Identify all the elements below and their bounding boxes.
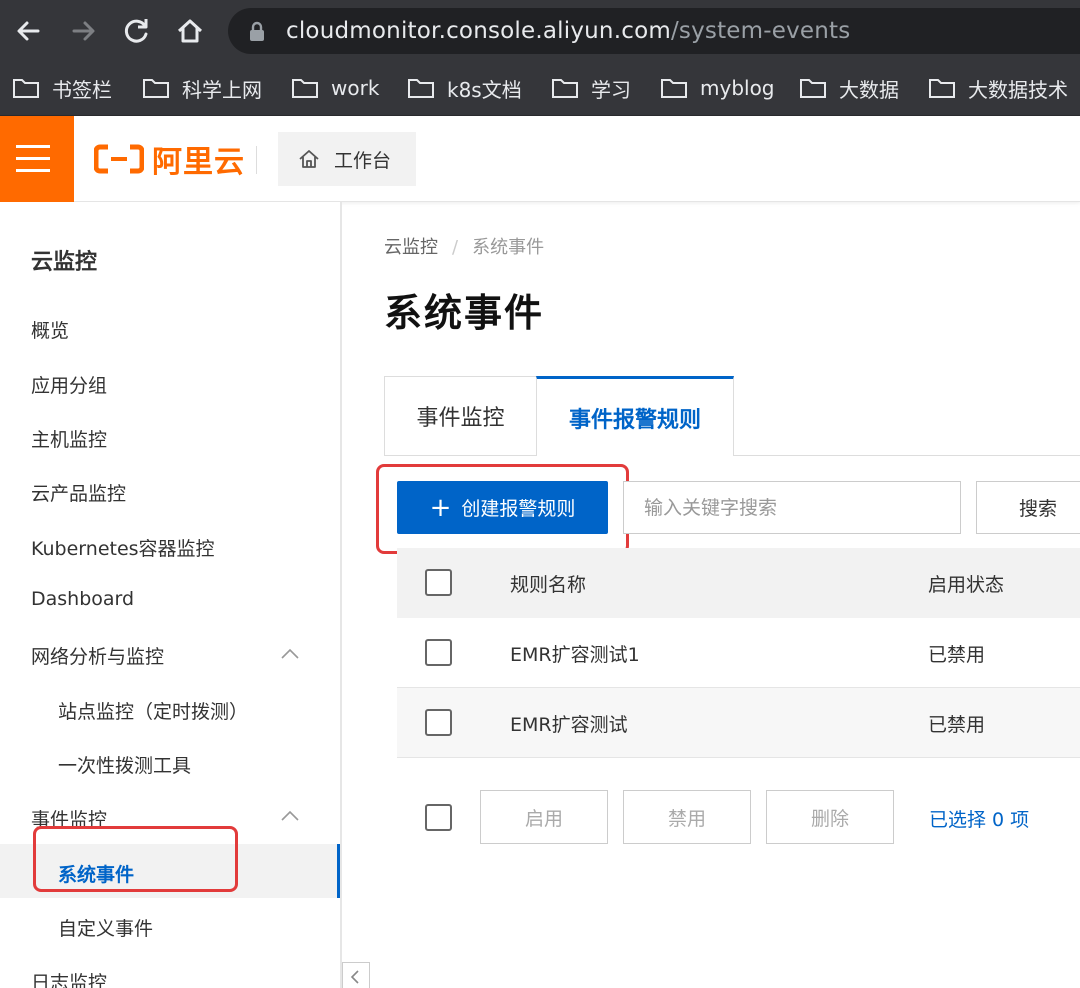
bookmark-label: 大数据: [839, 77, 899, 102]
enable-button-label: 启用: [524, 807, 563, 830]
rule-name: EMR扩容测试: [510, 714, 628, 736]
folder-icon: [292, 79, 318, 98]
bookmark-item[interactable]: 大数据技术: [928, 72, 1068, 104]
bookmark-label: 科学上网: [182, 77, 262, 102]
rule-status: 已禁用: [928, 644, 986, 666]
divider: [256, 146, 257, 174]
rule-name: EMR扩容测试1: [510, 644, 640, 666]
workbench-button[interactable]: 工作台: [278, 132, 416, 186]
bookmark-item[interactable]: 科学上网: [142, 72, 262, 104]
bookmark-item[interactable]: myblog: [660, 72, 775, 104]
table-header: 规则名称 启用状态: [397, 548, 1080, 618]
tab-label: 事件监控: [416, 406, 505, 431]
bookmark-label: 书签栏: [52, 77, 112, 102]
reload-icon[interactable]: [120, 14, 154, 48]
aliyun-logo-icon: [94, 144, 144, 174]
delete-button[interactable]: 删除: [766, 790, 894, 844]
url-host: cloudmonitor.console.aliyun.com: [286, 18, 671, 44]
disable-button[interactable]: 禁用: [623, 790, 751, 844]
bookmark-label: k8s文档: [447, 77, 522, 102]
highlight-annotation: [33, 826, 238, 892]
browser-toolbar: cloudmonitor.console.aliyun.com/system-e…: [0, 0, 1080, 62]
sidebar-title: 云监控: [31, 250, 98, 275]
forward-arrow-icon[interactable]: [66, 14, 100, 48]
selected-count: 已选择 0 项: [929, 809, 1030, 831]
aliyun-logo[interactable]: 阿里云: [94, 140, 245, 180]
search-button-label: 搜索: [1019, 498, 1058, 520]
search-input[interactable]: [623, 481, 961, 534]
url-path: /system-events: [670, 18, 851, 44]
table-footer: 启用 禁用 删除 已选择 0 项: [397, 790, 1080, 844]
table-row[interactable]: EMR扩容测试1 已禁用: [397, 618, 1080, 688]
breadcrumb: 云监控 / 系统事件: [384, 233, 544, 259]
folder-icon: [661, 79, 687, 98]
search-button[interactable]: 搜索: [976, 481, 1080, 534]
console-topbar: 阿里云 工作台: [0, 116, 1080, 202]
url-text[interactable]: cloudmonitor.console.aliyun.com/system-e…: [286, 16, 850, 46]
sidebar-item-host-monitor[interactable]: 主机监控: [31, 425, 107, 452]
home-icon: [299, 150, 319, 168]
bookmark-item[interactable]: work: [291, 72, 379, 104]
select-all-checkbox[interactable]: [425, 569, 452, 596]
row-checkbox[interactable]: [425, 709, 452, 736]
folder-icon: [143, 79, 169, 98]
lock-icon[interactable]: [248, 21, 266, 47]
bookmark-item[interactable]: 学习: [551, 72, 631, 104]
highlight-annotation: [376, 464, 629, 554]
folder-icon: [800, 79, 826, 98]
column-header-rule-name[interactable]: 规则名称: [510, 570, 586, 597]
chevron-up-icon[interactable]: [280, 810, 300, 822]
bookmark-label: 大数据技术: [968, 77, 1068, 102]
disable-button-label: 禁用: [667, 807, 706, 830]
table-row[interactable]: EMR扩容测试 已禁用: [397, 688, 1080, 758]
folder-icon: [13, 79, 39, 98]
bookmark-label: work: [331, 76, 380, 100]
tab-label: 事件报警规则: [568, 407, 701, 433]
folder-icon: [408, 79, 434, 98]
sidebar-item-dashboard[interactable]: Dashboard: [31, 588, 134, 610]
bookmark-item[interactable]: 大数据: [799, 72, 899, 104]
tab-event-alert-rules[interactable]: 事件报警规则: [536, 376, 734, 456]
sidebar-item-one-time-probe[interactable]: 一次性拨测工具: [58, 751, 191, 778]
sidebar-item-log-monitor[interactable]: 日志监控: [31, 968, 107, 988]
delete-button-label: 删除: [810, 807, 849, 830]
enable-button[interactable]: 启用: [480, 790, 608, 844]
sidebar-item-network-analysis[interactable]: 网络分析与监控: [31, 642, 164, 669]
bookmarks-bar: 书签栏 科学上网 work k8s文档 学习 myblog 大数据 大数据技术: [0, 62, 1080, 116]
menu-icon[interactable]: [0, 116, 74, 202]
page-title: 系统事件: [384, 291, 545, 335]
column-header-status[interactable]: 启用状态: [928, 570, 1004, 597]
tab-event-monitor[interactable]: 事件监控: [384, 376, 536, 456]
sidebar-item-site-monitor[interactable]: 站点监控（定时拨测）: [58, 697, 248, 724]
workbench-label: 工作台: [334, 149, 392, 172]
footer-select-all-checkbox[interactable]: [425, 804, 452, 831]
sidebar-item-app-groups[interactable]: 应用分组: [31, 371, 107, 398]
home-icon[interactable]: [173, 14, 207, 48]
tab-underline: [734, 455, 1080, 456]
rule-status: 已禁用: [928, 714, 986, 736]
logo-text: 阿里云: [152, 145, 245, 180]
bookmark-item[interactable]: k8s文档: [407, 72, 522, 104]
sidebar-item-kubernetes-monitor[interactable]: Kubernetes容器监控: [31, 534, 215, 561]
sidebar-item-overview[interactable]: 概览: [31, 316, 69, 343]
sidebar-collapse-button[interactable]: [342, 962, 370, 988]
bookmark-item[interactable]: 书签栏: [12, 72, 112, 104]
folder-icon: [929, 79, 955, 98]
breadcrumb-item[interactable]: 云监控: [384, 237, 438, 258]
chevron-up-icon[interactable]: [280, 648, 300, 660]
sidebar-item-cloud-product-monitor[interactable]: 云产品监控: [31, 479, 126, 506]
bookmark-label: myblog: [700, 76, 775, 100]
bookmark-label: 学习: [591, 77, 631, 102]
breadcrumb-separator: /: [452, 237, 459, 258]
chevron-left-icon: [350, 970, 359, 984]
folder-icon: [552, 79, 578, 98]
back-arrow-icon[interactable]: [12, 14, 46, 48]
row-checkbox[interactable]: [425, 639, 452, 666]
sidebar-item-custom-events[interactable]: 自定义事件: [58, 914, 153, 941]
breadcrumb-current: 系统事件: [472, 237, 545, 258]
